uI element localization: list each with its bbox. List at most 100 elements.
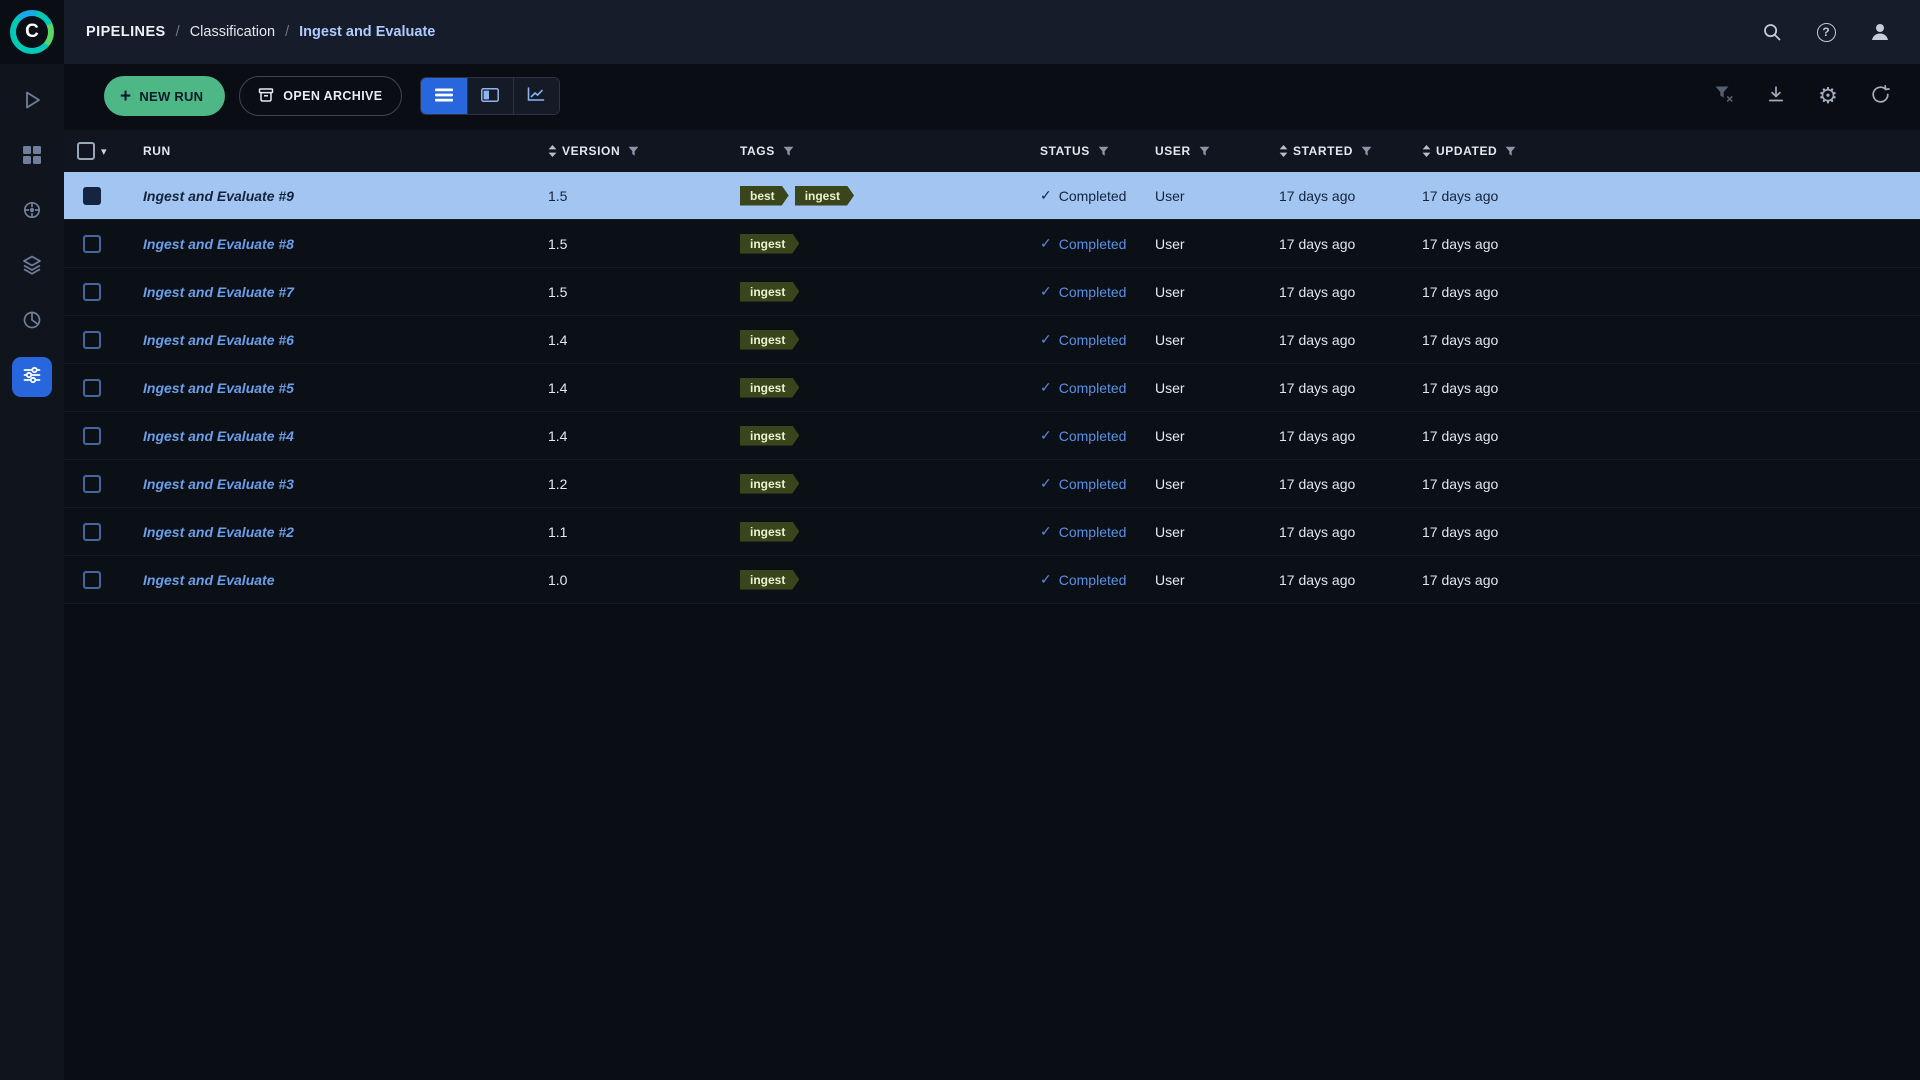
table-row[interactable]: Ingest and Evaluate #8 1.5 ingest ✓ Comp… (64, 220, 1920, 268)
open-archive-label: OPEN ARCHIVE (283, 89, 382, 103)
column-header-run[interactable]: RUN (120, 144, 548, 158)
sidebar (0, 64, 64, 1080)
run-name-link[interactable]: Ingest and Evaluate #3 (143, 476, 294, 492)
row-checkbox[interactable] (83, 331, 101, 349)
status-label: Completed (1059, 236, 1127, 252)
clearml-logo-letter: C (16, 16, 48, 48)
select-all-checkbox[interactable] (77, 142, 95, 160)
filter-funnel-icon[interactable] (1098, 146, 1109, 157)
run-tags: bestingest (740, 186, 1040, 206)
status-label: Completed (1059, 380, 1127, 396)
table-row[interactable]: Ingest and Evaluate 1.0 ingest ✓ Complet… (64, 556, 1920, 604)
column-header-status[interactable]: STATUS (1040, 144, 1155, 158)
tag-best: best (740, 186, 789, 206)
open-archive-button[interactable]: OPEN ARCHIVE (239, 76, 401, 116)
table-header: ▾ RUN VERSION TAGS STATUS USER (64, 130, 1920, 172)
sort-icon[interactable] (1279, 145, 1288, 157)
column-header-version[interactable]: VERSION (548, 144, 740, 158)
row-checkbox[interactable] (83, 571, 101, 589)
toolbar: + NEW RUN OPEN ARCHIVE (64, 64, 1920, 128)
sidebar-item-datasets[interactable] (12, 137, 52, 177)
sidebar-item-reports[interactable] (12, 192, 52, 232)
table-row[interactable]: Ingest and Evaluate #3 1.2 ingest ✓ Comp… (64, 460, 1920, 508)
plus-icon: + (120, 87, 131, 106)
run-tags: ingest (740, 474, 1040, 494)
status-label: Completed (1059, 188, 1127, 204)
row-checkbox[interactable] (83, 475, 101, 493)
run-name-link[interactable]: Ingest and Evaluate #7 (143, 284, 294, 300)
run-name-link[interactable]: Ingest and Evaluate (143, 572, 274, 588)
breadcrumb-project[interactable]: Classification (190, 24, 275, 40)
main-content: + NEW RUN OPEN ARCHIVE (64, 64, 1920, 1080)
run-name-link[interactable]: Ingest and Evaluate #4 (143, 428, 294, 444)
column-header-updated[interactable]: UPDATED (1422, 144, 1920, 158)
projects-icon (21, 89, 43, 116)
sidebar-item-workers[interactable] (12, 302, 52, 342)
run-name-link[interactable]: Ingest and Evaluate #5 (143, 380, 294, 396)
auto-refresh-button[interactable] (1868, 84, 1892, 108)
help-icon[interactable]: ? (1814, 20, 1838, 44)
run-name-link[interactable]: Ingest and Evaluate #6 (143, 332, 294, 348)
sort-icon[interactable] (548, 145, 557, 157)
row-checkbox[interactable] (83, 427, 101, 445)
row-checkbox[interactable] (83, 187, 101, 205)
column-header-user[interactable]: USER (1155, 144, 1279, 158)
clear-filters-button[interactable] (1712, 84, 1736, 108)
status-label: Completed (1059, 332, 1127, 348)
sort-icon[interactable] (1422, 145, 1431, 157)
column-label-run: RUN (143, 144, 171, 158)
column-label-tags: TAGS (740, 144, 775, 158)
clearml-logo[interactable]: C (0, 0, 64, 64)
run-updated: 17 days ago (1422, 332, 1920, 348)
filter-funnel-icon[interactable] (1505, 146, 1516, 157)
breadcrumb-current: Ingest and Evaluate (299, 24, 435, 40)
sidebar-item-pipelines[interactable] (12, 357, 52, 397)
new-run-button[interactable]: + NEW RUN (104, 76, 225, 116)
filter-funnel-icon[interactable] (628, 146, 639, 157)
row-checkbox-cell (64, 475, 120, 493)
filter-funnel-icon[interactable] (1199, 146, 1210, 157)
run-status: ✓ Completed (1040, 235, 1155, 252)
search-icon[interactable] (1760, 20, 1784, 44)
breadcrumb-separator: / (285, 24, 289, 40)
datasets-icon (22, 145, 42, 170)
table-row[interactable]: Ingest and Evaluate #9 1.5 bestingest ✓ … (64, 172, 1920, 220)
chart-view-button[interactable] (513, 78, 559, 114)
table-row[interactable]: Ingest and Evaluate #4 1.4 ingest ✓ Comp… (64, 412, 1920, 460)
run-version: 1.4 (548, 332, 740, 348)
table-row[interactable]: Ingest and Evaluate #2 1.1 ingest ✓ Comp… (64, 508, 1920, 556)
column-label-updated: UPDATED (1436, 144, 1497, 158)
selection-dropdown-caret[interactable]: ▾ (101, 145, 107, 158)
row-checkbox-cell (64, 331, 120, 349)
row-checkbox[interactable] (83, 283, 101, 301)
split-view-icon (481, 88, 499, 105)
column-header-started[interactable]: STARTED (1279, 144, 1422, 158)
column-label-status: STATUS (1040, 144, 1090, 158)
run-name-link[interactable]: Ingest and Evaluate #2 (143, 524, 294, 540)
split-view-button[interactable] (467, 78, 513, 114)
completed-check-icon: ✓ (1040, 523, 1052, 540)
table-row[interactable]: Ingest and Evaluate #7 1.5 ingest ✓ Comp… (64, 268, 1920, 316)
table-row[interactable]: Ingest and Evaluate #5 1.4 ingest ✓ Comp… (64, 364, 1920, 412)
row-checkbox[interactable] (83, 523, 101, 541)
tag-ingest: ingest (740, 570, 799, 590)
run-updated: 17 days ago (1422, 284, 1920, 300)
row-checkbox[interactable] (83, 235, 101, 253)
settings-button[interactable]: ⚙ (1816, 84, 1840, 108)
table-row[interactable]: Ingest and Evaluate #6 1.4 ingest ✓ Comp… (64, 316, 1920, 364)
filter-funnel-icon[interactable] (783, 146, 794, 157)
row-checkbox[interactable] (83, 379, 101, 397)
tag-ingest: ingest (740, 474, 799, 494)
user-avatar-icon[interactable] (1868, 20, 1892, 44)
sidebar-item-models[interactable] (12, 247, 52, 287)
run-name-link[interactable]: Ingest and Evaluate #8 (143, 236, 294, 252)
filter-funnel-icon[interactable] (1361, 146, 1372, 157)
table-view-button[interactable] (421, 78, 467, 114)
breadcrumb-pipelines[interactable]: PIPELINES (86, 24, 166, 40)
column-header-tags[interactable]: TAGS (740, 144, 1040, 158)
sidebar-item-projects[interactable] (12, 82, 52, 122)
run-started: 17 days ago (1279, 188, 1422, 204)
run-started: 17 days ago (1279, 284, 1422, 300)
run-name-link[interactable]: Ingest and Evaluate #9 (143, 188, 294, 204)
download-button[interactable] (1764, 84, 1788, 108)
